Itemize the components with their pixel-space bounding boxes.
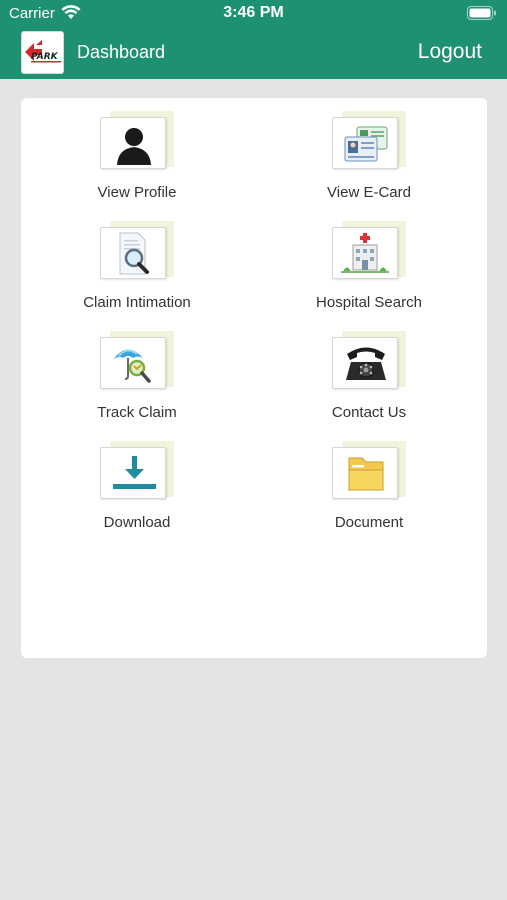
tile-download[interactable]: Download (21, 428, 253, 538)
dashboard-card: View Profile View E-Card Claim Intimatio… (21, 98, 487, 658)
tile-contact-us[interactable]: Contact Us (253, 318, 485, 428)
clock: 3:46 PM (223, 4, 284, 21)
tile-hospital-search[interactable]: Hospital Search (253, 208, 485, 318)
top-bar: Carrier 3:46 PM PARK Dashboard Logout (0, 0, 507, 79)
tile-label: View E-Card (327, 184, 411, 201)
umbrella-search-icon (113, 349, 151, 383)
tile-document[interactable]: Document (253, 428, 485, 538)
tile-label: Download (103, 514, 171, 531)
park-logo: PARK (21, 31, 64, 74)
tile-label: View Profile (97, 184, 177, 201)
tile-claim-intimation[interactable]: Claim Intimation (21, 208, 253, 318)
page-title: Dashboard (77, 42, 166, 62)
hospital-icon (341, 233, 389, 273)
telephone-icon (346, 347, 386, 380)
tile-label: Hospital Search (316, 294, 422, 311)
ecard-icon (344, 126, 388, 162)
claim-doc-icon (119, 232, 149, 275)
folder-icon (348, 457, 384, 491)
tile-label: Document (334, 514, 404, 531)
download-icon (113, 456, 156, 489)
tile-view-ecard[interactable]: View E-Card (253, 98, 485, 208)
status-bar: Carrier 3:46 PM (0, 0, 507, 28)
tile-label: Contact Us (331, 404, 407, 421)
tile-label: Claim Intimation (83, 294, 191, 311)
tile-track-claim[interactable]: Track Claim (21, 318, 253, 428)
nav-bar: PARK Dashboard Logout (0, 28, 507, 79)
profile-icon (117, 128, 151, 165)
logout-button[interactable]: Logout (418, 40, 482, 64)
tile-view-profile[interactable]: View Profile (21, 98, 253, 208)
tile-label: Track Claim (97, 404, 177, 421)
battery-icon (467, 6, 497, 25)
logo-text: PARK (31, 52, 59, 62)
menu-grid: View Profile View E-Card Claim Intimatio… (21, 98, 487, 658)
